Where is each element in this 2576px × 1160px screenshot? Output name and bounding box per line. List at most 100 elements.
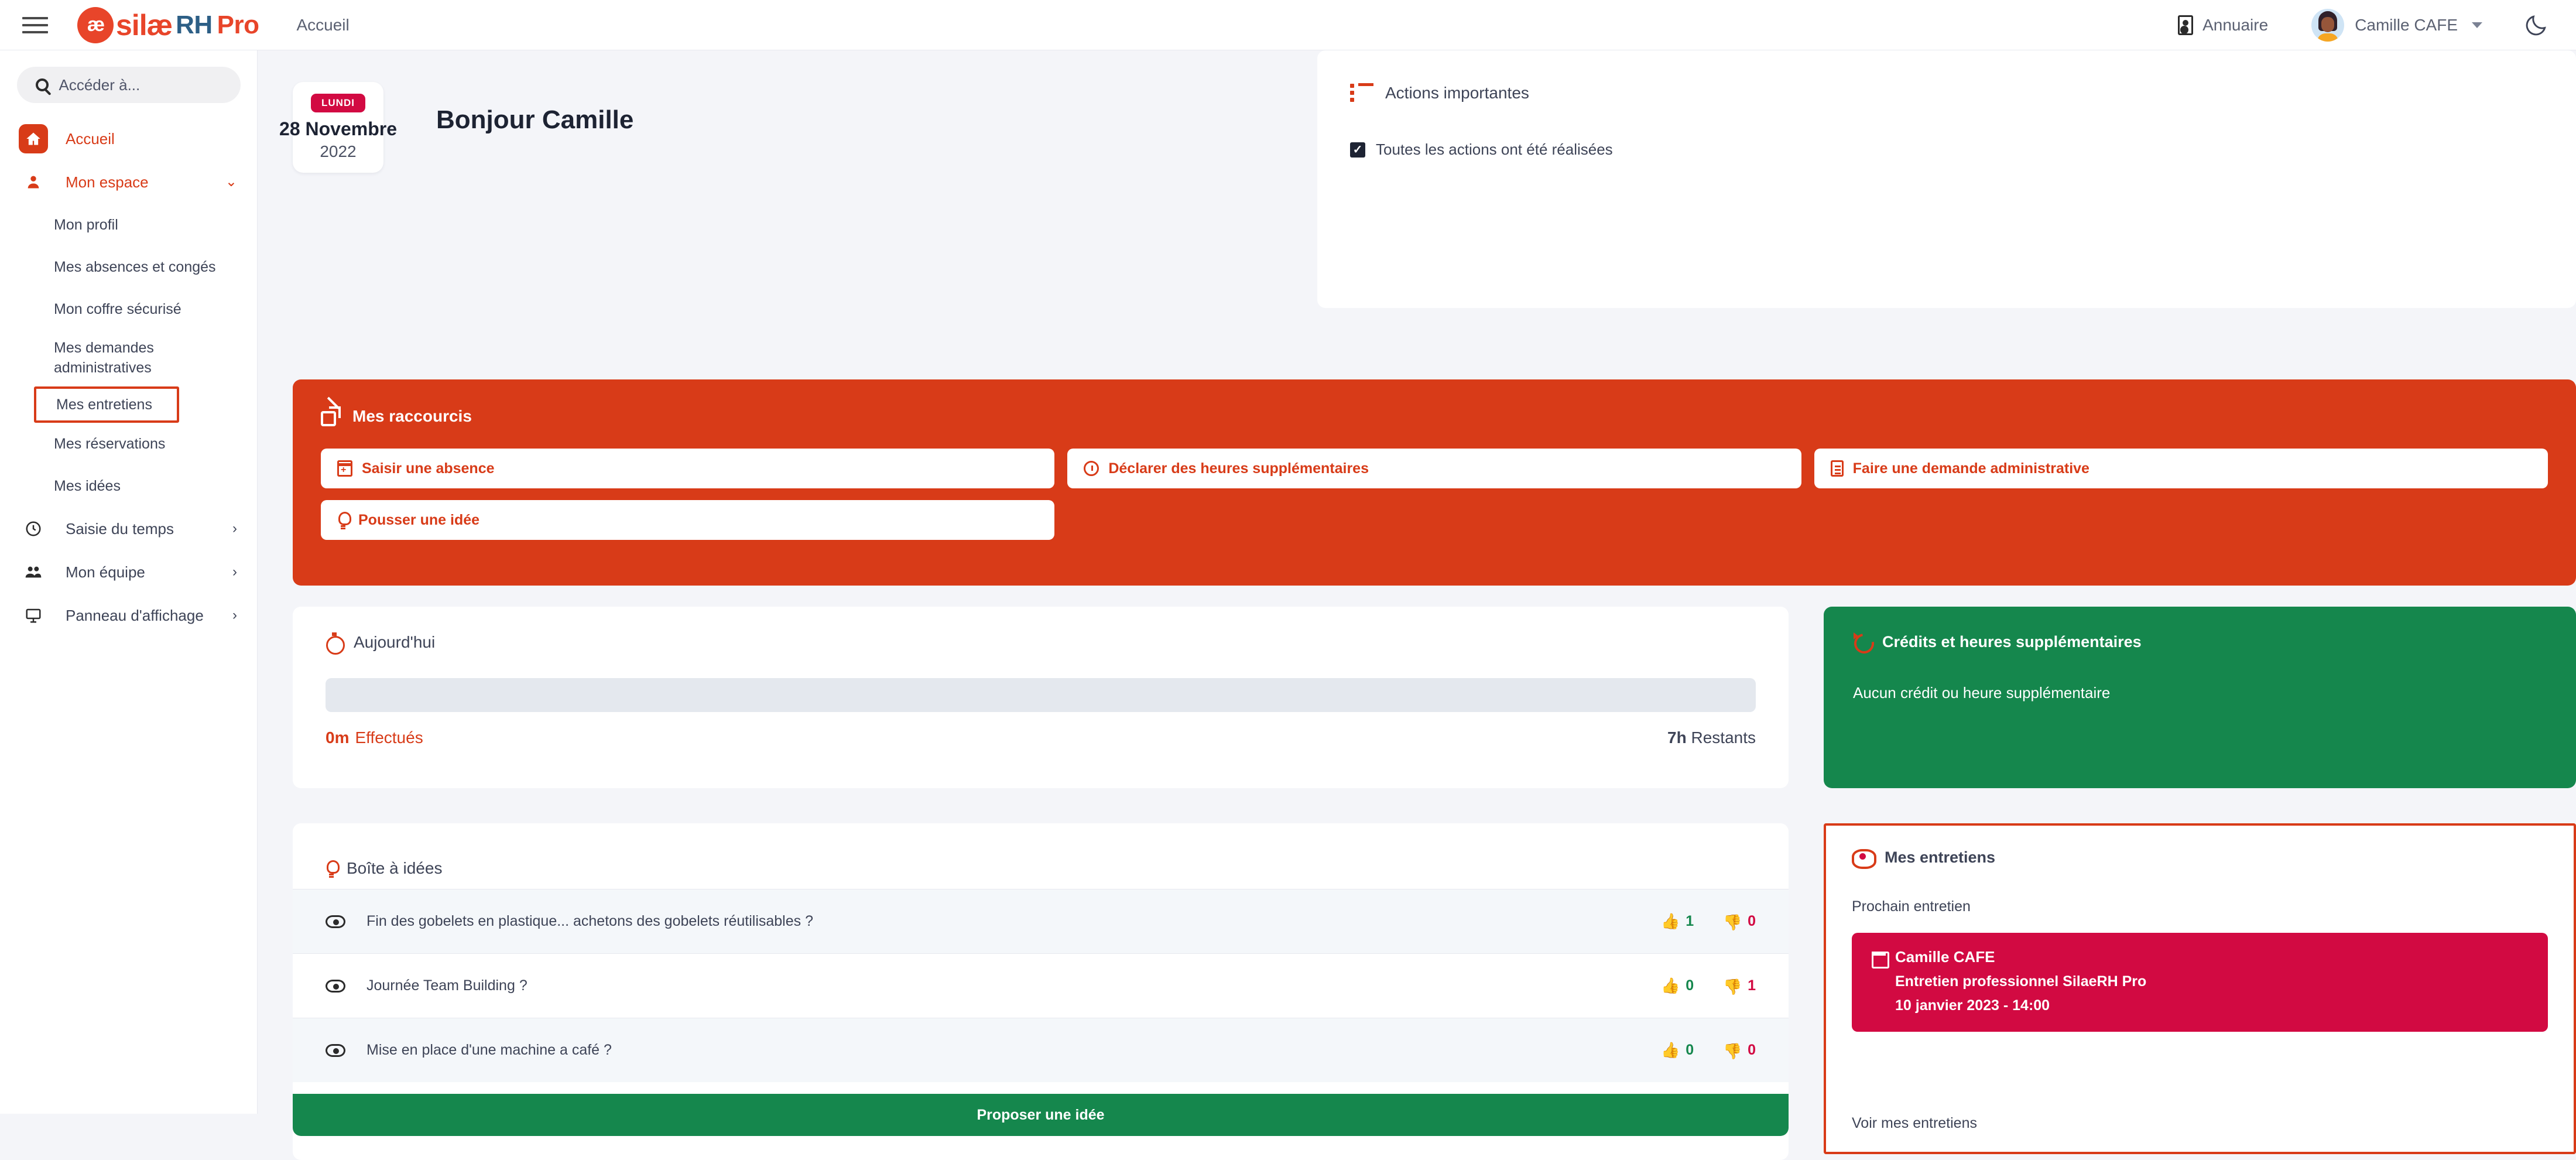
important-actions-card: Actions importantes Toutes les actions o…	[1317, 50, 2576, 308]
sidebar-item-mon-coffre[interactable]: Mon coffre sécurisé	[0, 288, 257, 330]
brand-logo[interactable]: æ silæ RH Pro	[77, 6, 259, 43]
vote-group: 0 0	[1661, 1042, 1756, 1059]
credits-header: Crédits et heures supplémentaires	[1824, 607, 2576, 651]
interviews-title: Mes entretiens	[1885, 848, 1996, 866]
interview-icon	[1852, 848, 1876, 869]
annuaire-link[interactable]: Annuaire	[2178, 15, 2268, 35]
propose-idea-button[interactable]: Proposer une idée	[293, 1094, 1789, 1136]
eye-icon[interactable]	[326, 1043, 345, 1057]
ideas-title: Boîte à idées	[347, 859, 443, 877]
brand-name-rh: RH	[176, 10, 213, 39]
thumbs-down-icon	[1723, 978, 1742, 994]
sidebar-item-saisie-du-temps[interactable]: Saisie du temps ›	[0, 507, 257, 550]
sidebar-item-mes-reservations[interactable]: Mes réservations	[0, 423, 257, 465]
idea-text: Mise en place d'une machine a café ?	[366, 1042, 612, 1058]
sidebar-item-panneau-affichage[interactable]: Panneau d'affichage ›	[0, 594, 257, 637]
thumbs-down-icon	[1723, 1042, 1742, 1059]
view-interviews-link[interactable]: Voir mes entretiens	[1852, 1115, 1977, 1132]
thumbs-up-icon	[1661, 978, 1680, 994]
external-link-icon	[321, 396, 341, 426]
today-remaining-value: 7h	[1667, 728, 1687, 747]
sidebar-item-mon-equipe[interactable]: Mon équipe ›	[0, 550, 257, 594]
search-placeholder: Accéder à...	[59, 76, 141, 94]
idea-text: Fin des gobelets en plastique... acheton…	[366, 913, 813, 929]
important-actions-status: Toutes les actions ont été réalisées	[1317, 103, 2576, 159]
search-icon	[35, 78, 49, 91]
sidebar-item-label: Mon espace	[66, 173, 149, 191]
downvote[interactable]: 0	[1723, 913, 1756, 930]
next-interview-name: Camille CAFE	[1895, 948, 1995, 966]
shortcut-demande-administrative[interactable]: Faire une demande administrative	[1814, 449, 2548, 488]
chevron-down-icon: ⌄	[225, 174, 237, 190]
upvote[interactable]: 0	[1661, 1042, 1694, 1059]
avatar	[2311, 8, 2345, 42]
interviews-header: Mes entretiens	[1826, 826, 2574, 869]
search-input[interactable]: Accéder à...	[16, 67, 241, 103]
user-name-label: Camille CAFE	[2355, 15, 2458, 34]
annuaire-label: Annuaire	[2202, 15, 2269, 34]
brand-name-pro: Pro	[217, 10, 259, 39]
shortcuts-grid: Saisir une absence Déclarer des heures s…	[293, 426, 2576, 540]
team-icon	[19, 557, 48, 587]
downvote[interactable]: 1	[1723, 977, 1756, 994]
sidebar-nav: Accueil Mon espace ⌄ Mon profil Mes abse…	[0, 117, 257, 637]
shortcuts-header: Mes raccourcis	[293, 379, 2576, 426]
upvote-count: 1	[1686, 913, 1694, 929]
next-interview-type: Entretien professionnel SilaeRH Pro	[1895, 973, 2147, 990]
eye-icon[interactable]	[326, 979, 345, 993]
upvote[interactable]: 1	[1661, 913, 1694, 930]
home-icon	[19, 124, 48, 153]
downvote-count: 0	[1748, 1042, 1756, 1058]
important-actions-status-text: Toutes les actions ont été réalisées	[1376, 141, 1613, 158]
thumbs-down-icon	[1723, 913, 1742, 930]
chevron-right-icon: ›	[232, 607, 237, 623]
shortcuts-panel: Mes raccourcis Saisir une absence Déclar…	[293, 379, 2576, 586]
breadcrumb[interactable]: Accueil	[296, 16, 349, 35]
sidebar-item-mon-espace[interactable]: Mon espace ⌄	[0, 160, 257, 204]
sidebar-item-mon-profil[interactable]: Mon profil	[0, 204, 257, 246]
weekday-badge: LUNDI	[311, 94, 365, 112]
credits-body: Aucun crédit ou heure supplémentaire	[1853, 684, 2111, 702]
shortcut-label: Pousser une idée	[358, 511, 480, 528]
important-actions-title: Actions importantes	[1385, 84, 1529, 102]
shortcut-label: Faire une demande administrative	[1852, 460, 2089, 477]
shortcut-saisir-absence[interactable]: Saisir une absence	[321, 449, 1055, 488]
downvote[interactable]: 0	[1723, 1042, 1756, 1059]
sidebar-item-mes-demandes[interactable]: Mes demandes administratives	[0, 330, 257, 386]
credits-card: Crédits et heures supplémentaires Aucun …	[1824, 607, 2576, 788]
eye-icon[interactable]	[326, 915, 345, 928]
hamburger-menu-icon[interactable]	[22, 11, 50, 39]
clock-history-icon	[1853, 632, 1872, 651]
sidebar-item-label: Mes demandes administratives	[54, 340, 154, 376]
main-content: LUNDI 28 Novembre 2022 Bonjour Camille A…	[258, 50, 2576, 1160]
next-interview-card[interactable]: Camille CAFE Entretien professionnel Sil…	[1852, 933, 2548, 1032]
today-remaining: 7h Restants	[1667, 728, 1756, 747]
shortcut-declarer-heures[interactable]: Déclarer des heures supplémentaires	[1067, 449, 1801, 488]
lightbulb-icon	[337, 512, 351, 528]
important-actions-header: Actions importantes	[1317, 50, 2576, 103]
address-book-icon	[2178, 15, 2194, 35]
user-menu[interactable]: Camille CAFE	[2311, 8, 2482, 42]
moon-icon[interactable]	[2523, 12, 2549, 38]
top-navigation-bar: æ silæ RH Pro Accueil Annuaire Camille C…	[0, 0, 2576, 50]
sidebar-item-mes-idees[interactable]: Mes idées	[0, 465, 257, 507]
sidebar-item-mes-absences[interactable]: Mes absences et congés	[0, 246, 257, 288]
sidebar-item-label: Mes réservations	[54, 435, 166, 452]
today-done-value: 0m	[326, 728, 350, 747]
shortcuts-title: Mes raccourcis	[352, 407, 472, 425]
sidebar-item-label: Accueil	[66, 129, 115, 148]
date-card: LUNDI 28 Novembre 2022	[279, 82, 397, 173]
stopwatch-icon	[326, 632, 345, 655]
sidebar-item-mes-entretiens[interactable]: Mes entretiens	[34, 386, 179, 423]
upvote[interactable]: 0	[1661, 977, 1694, 994]
today-progress-bar	[326, 678, 1756, 712]
shortcut-label: Saisir une absence	[362, 460, 495, 477]
list-item[interactable]: Mise en place d'une machine a café ? 0 0	[293, 1018, 1789, 1082]
idea-text: Journée Team Building ?	[366, 977, 527, 994]
today-title: Aujourd'hui	[354, 633, 436, 651]
today-summary: 0m Effectués 7h Restants	[293, 712, 1789, 747]
list-item[interactable]: Fin des gobelets en plastique... acheton…	[293, 889, 1789, 953]
shortcut-pousser-idee[interactable]: Pousser une idée	[321, 500, 1055, 540]
list-item[interactable]: Journée Team Building ? 0 1	[293, 953, 1789, 1018]
sidebar-item-accueil[interactable]: Accueil	[0, 117, 257, 160]
